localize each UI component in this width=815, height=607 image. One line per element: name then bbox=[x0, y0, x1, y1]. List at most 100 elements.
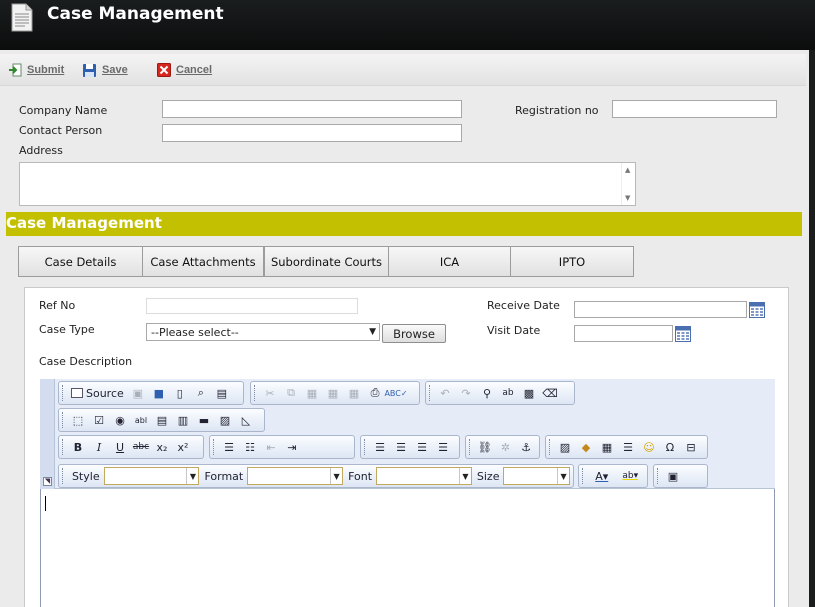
remove-format-icon[interactable]: ⌫ bbox=[540, 384, 560, 402]
page-break-icon[interactable]: ⊟ bbox=[681, 438, 701, 456]
tab-label: Case Attachments bbox=[150, 254, 256, 269]
toolbar-group-lists: ☰ ☷ ⇤ ⇥ bbox=[209, 435, 355, 459]
show-blocks-icon[interactable]: ▣ bbox=[663, 467, 683, 485]
numbered-list-icon[interactable]: ☰ bbox=[219, 438, 239, 456]
special-char-icon[interactable]: Ω bbox=[660, 438, 680, 456]
dropdown-arrow-icon: ▼ bbox=[557, 468, 569, 484]
button-icon[interactable]: ▬ bbox=[194, 411, 214, 429]
save-doc-icon[interactable]: ■ bbox=[149, 384, 169, 402]
underline-button[interactable]: U bbox=[110, 438, 130, 456]
redo-icon[interactable]: ↷ bbox=[456, 384, 476, 402]
unlink-icon[interactable]: ✲ bbox=[496, 438, 516, 456]
flash-icon[interactable]: ◆ bbox=[576, 438, 596, 456]
smiley-icon[interactable]: ☺ bbox=[639, 438, 659, 456]
anchor-icon[interactable]: ⚓ bbox=[516, 438, 536, 456]
tab-case-details[interactable]: Case Details bbox=[18, 246, 143, 277]
align-center-icon[interactable]: ☰ bbox=[391, 438, 411, 456]
cancel-label: Cancel bbox=[176, 64, 213, 76]
address-textarea[interactable]: ▲ ▼ bbox=[19, 162, 636, 206]
dropdown-arrow-icon: ▼ bbox=[330, 468, 342, 484]
paste-icon[interactable]: ▦ bbox=[302, 384, 322, 402]
subscript-button[interactable]: x₂ bbox=[152, 438, 172, 456]
browse-button[interactable]: Browse bbox=[382, 324, 446, 343]
undo-icon[interactable]: ↶ bbox=[435, 384, 455, 402]
toolbar-collapse-icon[interactable]: ◥ bbox=[43, 477, 52, 486]
source-button[interactable]: Source bbox=[68, 384, 127, 402]
hidden-field-icon[interactable]: ◺ bbox=[236, 411, 256, 429]
replace-icon[interactable]: ab bbox=[498, 384, 518, 402]
image-button-icon[interactable]: ▨ bbox=[215, 411, 235, 429]
size-combo[interactable]: ▼ bbox=[503, 467, 571, 485]
text-color-icon[interactable]: A▾ bbox=[588, 467, 616, 485]
copy-icon[interactable]: ⧉ bbox=[281, 384, 301, 402]
toolbar-group-clipboard: ✂ ⧉ ▦ ▦ ▦ ⎙ ABC✓ bbox=[250, 381, 420, 405]
spellcheck-icon[interactable]: ABC✓ bbox=[384, 384, 407, 402]
radio-icon[interactable]: ◉ bbox=[110, 411, 130, 429]
tab-case-attachments[interactable]: Case Attachments bbox=[142, 246, 264, 277]
select-field-icon[interactable]: ▥ bbox=[173, 411, 193, 429]
format-combo[interactable]: ▼ bbox=[247, 467, 344, 485]
outdent-icon[interactable]: ⇤ bbox=[261, 438, 281, 456]
toolbar-grip bbox=[213, 439, 216, 455]
templates-icon[interactable]: ▤ bbox=[212, 384, 232, 402]
bold-button[interactable]: B bbox=[68, 438, 88, 456]
paste-word-icon[interactable]: ▦ bbox=[344, 384, 364, 402]
tab-ica[interactable]: ICA bbox=[388, 246, 511, 277]
justify-icon[interactable]: ☰ bbox=[433, 438, 453, 456]
case-type-select[interactable]: --Please select-- ▼ bbox=[146, 323, 380, 341]
scroll-down-icon[interactable]: ▼ bbox=[625, 194, 630, 202]
paste-text-icon[interactable]: ▦ bbox=[323, 384, 343, 402]
company-name-input[interactable] bbox=[162, 100, 462, 118]
cancel-icon bbox=[157, 63, 171, 77]
scroll-up-icon[interactable]: ▲ bbox=[625, 166, 630, 174]
registration-no-input[interactable] bbox=[612, 100, 777, 118]
ref-no-input[interactable] bbox=[146, 298, 358, 314]
print-icon[interactable]: ⎙ bbox=[365, 384, 385, 402]
toolbar-group-basic-styles: B I U abc x₂ x² bbox=[58, 435, 204, 459]
preview-icon[interactable]: ⌕ bbox=[191, 384, 211, 402]
editor-content-area[interactable] bbox=[41, 490, 774, 607]
new-page-icon[interactable]: ▯ bbox=[170, 384, 190, 402]
tab-ipto[interactable]: IPTO bbox=[510, 246, 634, 277]
font-combo[interactable]: ▼ bbox=[376, 467, 472, 485]
contact-person-input[interactable] bbox=[162, 124, 462, 142]
tab-subordinate-courts[interactable]: Subordinate Courts bbox=[264, 246, 389, 277]
bulleted-list-icon[interactable]: ☷ bbox=[240, 438, 260, 456]
calendar-icon[interactable] bbox=[675, 326, 691, 342]
find-icon[interactable]: ⚲ bbox=[477, 384, 497, 402]
cancel-button[interactable]: Cancel bbox=[157, 62, 212, 78]
section-title: Case Management bbox=[6, 214, 162, 232]
image-icon[interactable]: ▨ bbox=[555, 438, 575, 456]
select-all-icon[interactable]: ▩ bbox=[519, 384, 539, 402]
cut-icon[interactable]: ✂ bbox=[260, 384, 280, 402]
checkbox-icon[interactable]: ☑ bbox=[89, 411, 109, 429]
submit-button[interactable]: Submit bbox=[8, 62, 64, 78]
italic-button[interactable]: I bbox=[89, 438, 109, 456]
dropdown-arrow-icon: ▼ bbox=[186, 468, 198, 484]
horizontal-rule-icon[interactable]: ☰ bbox=[618, 438, 638, 456]
visit-date-input[interactable] bbox=[574, 325, 673, 342]
receive-date-input[interactable] bbox=[574, 301, 747, 318]
address-scrollbar[interactable]: ▲ ▼ bbox=[621, 163, 635, 205]
text-field-icon[interactable]: abl bbox=[131, 411, 151, 429]
editor-toolbar-strip bbox=[40, 379, 55, 489]
dropdown-arrow-icon: ▼ bbox=[458, 468, 471, 484]
align-right-icon[interactable]: ☰ bbox=[412, 438, 432, 456]
calendar-icon[interactable] bbox=[749, 302, 765, 318]
bg-color-icon[interactable]: ab▾ bbox=[616, 467, 644, 485]
style-combo[interactable]: ▼ bbox=[103, 467, 200, 485]
save-button[interactable]: Save bbox=[82, 62, 128, 78]
strike-button[interactable]: abc bbox=[131, 438, 151, 456]
table-icon[interactable]: ▦ bbox=[597, 438, 617, 456]
indent-icon[interactable]: ⇥ bbox=[282, 438, 302, 456]
save-doc-icon[interactable]: ▣ bbox=[128, 384, 148, 402]
link-icon[interactable]: ⛓ bbox=[475, 438, 495, 456]
address-label: Address bbox=[19, 144, 63, 157]
toolbar-grip bbox=[469, 439, 472, 455]
form-icon[interactable]: ⬚ bbox=[68, 411, 88, 429]
toolbar-group-links: ⛓ ✲ ⚓ bbox=[465, 435, 540, 459]
textarea-icon[interactable]: ▤ bbox=[152, 411, 172, 429]
toolbar-group-styles: Style ▼ Format ▼ Font ▼ Size ▼ bbox=[58, 464, 574, 488]
superscript-button[interactable]: x² bbox=[173, 438, 193, 456]
align-left-icon[interactable]: ☰ bbox=[370, 438, 390, 456]
